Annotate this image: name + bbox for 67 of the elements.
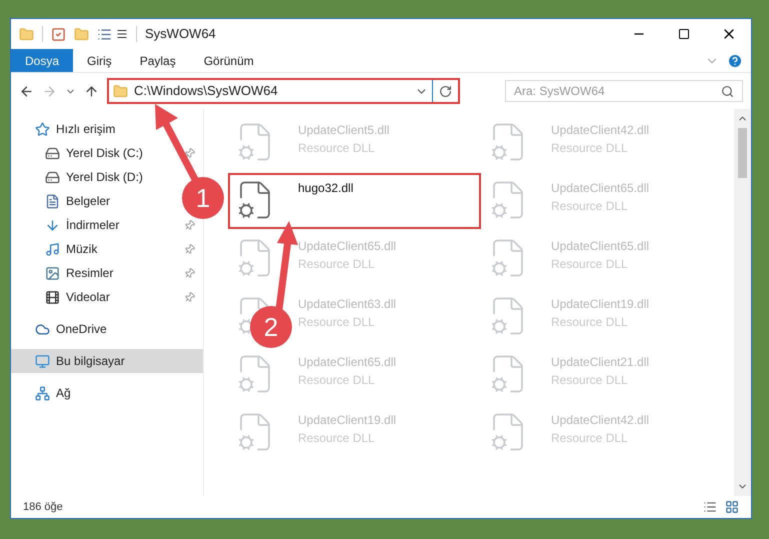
nav-item[interactable]: Hızlı erişim bbox=[11, 117, 124, 141]
search-field[interactable]: Ara: SysWOW64 bbox=[505, 80, 743, 102]
up-icon[interactable] bbox=[84, 84, 99, 98]
window-title: SysWOW64 bbox=[145, 25, 216, 44]
search-input[interactable]: Ara: SysWOW64 bbox=[514, 82, 721, 100]
nav-label: Resimler bbox=[66, 265, 114, 282]
network-icon bbox=[35, 386, 50, 400]
file-name: UpdateClient65.dll bbox=[551, 238, 650, 255]
scrollbar-thumb[interactable] bbox=[738, 128, 747, 178]
nav-label: Hızlı erişim bbox=[56, 121, 116, 138]
nav-item[interactable]: Yerel Disk (C:) bbox=[11, 141, 203, 165]
ribbon-tab[interactable]: Giriş bbox=[73, 49, 126, 72]
back-icon[interactable] bbox=[19, 84, 34, 98]
nav-item[interactable]: Ağ bbox=[11, 381, 79, 405]
file-name: UpdateClient19.dll bbox=[551, 296, 650, 313]
nav-label: Videolar bbox=[66, 289, 110, 306]
file-item[interactable]: hugo32.dll bbox=[228, 173, 481, 229]
search-icon bbox=[721, 84, 734, 98]
address-bar[interactable]: C:\Windows\SysWOW64 bbox=[107, 78, 460, 104]
file-name: UpdateClient63.dll bbox=[298, 296, 396, 313]
nav-item[interactable]: Videolar bbox=[11, 285, 203, 309]
ribbon-tab[interactable]: Dosya bbox=[11, 49, 74, 72]
help-icon[interactable] bbox=[727, 52, 743, 68]
customize-icon[interactable] bbox=[116, 28, 128, 40]
ribbon-tab[interactable]: Görünüm bbox=[190, 49, 268, 72]
nav-label: Yerel Disk (C:) bbox=[66, 145, 143, 162]
nav-item[interactable]: Yerel Disk (D:) bbox=[11, 165, 151, 189]
download-icon bbox=[45, 218, 60, 232]
nav-label: Müzik bbox=[66, 241, 98, 258]
nav-item[interactable]: Resimler bbox=[11, 261, 203, 285]
file-name: UpdateClient65.dll bbox=[298, 238, 396, 255]
nav-item[interactable]: Müzik bbox=[11, 237, 203, 261]
refresh-icon[interactable] bbox=[439, 84, 452, 98]
file-name: UpdateClient5.dll bbox=[298, 122, 390, 139]
file-name: UpdateClient19.dll bbox=[298, 412, 396, 429]
large-icons-view-icon[interactable] bbox=[725, 500, 739, 514]
scrollbar[interactable] bbox=[734, 109, 751, 496]
maximize-icon bbox=[678, 28, 690, 40]
nav-label: Yerel Disk (D:) bbox=[66, 169, 143, 186]
nav-item[interactable]: Bu bilgisayar bbox=[11, 349, 203, 373]
nav-label: OneDrive bbox=[56, 321, 107, 338]
file-name: hugo32.dll bbox=[298, 180, 354, 197]
file-name: UpdateClient42.dll bbox=[551, 412, 650, 429]
view-icon[interactable] bbox=[97, 26, 112, 42]
nav-label: İndirmeler bbox=[66, 217, 120, 234]
nav-label: Bu bilgisayar bbox=[56, 353, 125, 370]
nav-item[interactable]: OneDrive bbox=[11, 317, 115, 341]
file-name: UpdateClient65.dll bbox=[551, 180, 650, 197]
document-icon bbox=[45, 194, 60, 208]
music-icon bbox=[45, 242, 60, 256]
computer-icon bbox=[35, 354, 50, 368]
picture-icon bbox=[45, 266, 60, 280]
address-path: C:\Windows\SysWOW64 bbox=[134, 82, 278, 100]
folder-icon bbox=[113, 84, 128, 98]
file-name: UpdateClient42.dll bbox=[551, 122, 650, 139]
nav-label: Belgeler bbox=[66, 193, 110, 210]
file-name: UpdateClient21.dll bbox=[551, 354, 650, 371]
ribbon-tab[interactable]: Paylaş bbox=[126, 49, 190, 72]
nav-item[interactable]: Belgeler bbox=[11, 189, 118, 213]
details-view-icon[interactable] bbox=[703, 500, 717, 514]
cloud-icon bbox=[35, 322, 50, 336]
nav-label: Ağ bbox=[56, 385, 71, 402]
video-icon bbox=[45, 290, 60, 304]
properties-icon[interactable] bbox=[51, 26, 66, 42]
item-count: 186 öğe bbox=[23, 500, 63, 515]
file-name: UpdateClient65.dll bbox=[298, 354, 396, 371]
star-icon bbox=[35, 122, 50, 136]
